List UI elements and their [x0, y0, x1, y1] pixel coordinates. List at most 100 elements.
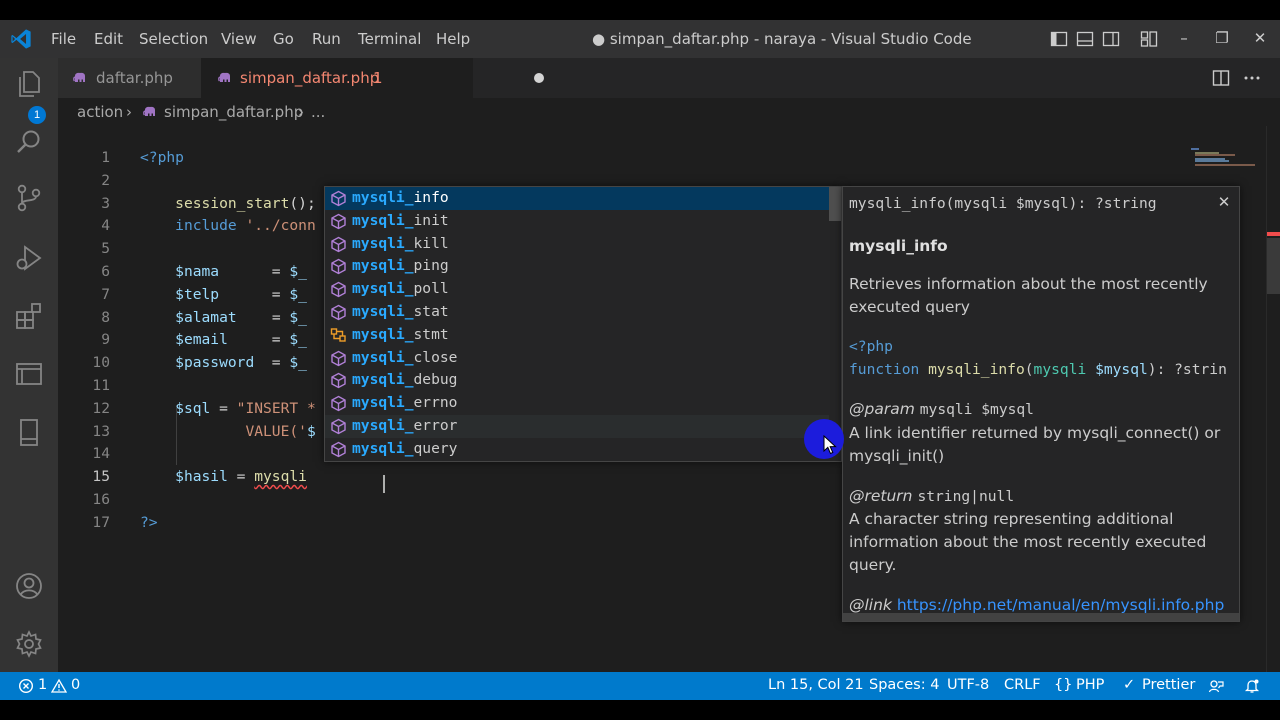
- menu-run[interactable]: Run: [312, 30, 341, 48]
- suggestion-rest: close: [413, 348, 458, 366]
- editor-vertical-scrollbar[interactable]: [1266, 126, 1280, 672]
- close-icon[interactable]: ✕: [1215, 193, 1233, 211]
- source-control-icon[interactable]: [13, 182, 45, 214]
- menu-terminal[interactable]: Terminal: [358, 30, 421, 48]
- code-line[interactable]: session_start();: [140, 192, 316, 215]
- code-line[interactable]: VALUE('$: [140, 420, 315, 443]
- menu-go[interactable]: Go: [273, 30, 294, 48]
- warning-icon[interactable]: [51, 678, 67, 694]
- minimize-button[interactable]: –: [1176, 29, 1192, 47]
- tab-simpan-daftar-php[interactable]: simpan_daftar.php 1: [201, 58, 544, 98]
- menu-file[interactable]: File: [51, 30, 76, 48]
- breadcrumb-file[interactable]: simpan_daftar.php: [164, 103, 303, 121]
- suggestion-item[interactable]: mysqli_query: [325, 438, 829, 461]
- scrollbar-thumb[interactable]: [1267, 238, 1280, 294]
- breadcrumb-folder[interactable]: action: [77, 103, 123, 121]
- code-line[interactable]: $nama = $_: [140, 260, 307, 283]
- encoding[interactable]: UTF-8: [947, 677, 989, 693]
- details-horizontal-scrollbar[interactable]: [843, 613, 1239, 621]
- code-line[interactable]: $telp = $_: [140, 283, 307, 306]
- tab-daftar-php[interactable]: daftar.php: [58, 58, 201, 98]
- braces-icon: {}: [1054, 677, 1073, 693]
- method-icon: [330, 236, 347, 253]
- warning-count[interactable]: 0: [71, 677, 80, 693]
- breadcrumb-more[interactable]: ...: [311, 103, 325, 121]
- line-number: 14: [92, 445, 110, 463]
- line-ending[interactable]: CRLF: [1004, 677, 1041, 693]
- suggestion-label: mysqli_stat: [352, 301, 449, 324]
- php-file-icon: [218, 72, 230, 82]
- suggestion-label: mysqli_init: [352, 210, 449, 233]
- code-token: '../conn: [245, 217, 316, 235]
- settings-gear-icon[interactable]: [13, 628, 45, 660]
- run-debug-icon[interactable]: [13, 242, 45, 274]
- suggestion-item[interactable]: mysqli_poll: [325, 278, 829, 301]
- remote-explorer-icon[interactable]: [13, 358, 45, 390]
- suggestion-match: mysqli_: [352, 348, 414, 366]
- docs-link[interactable]: https://php.net/manual/en/mysqli.info.ph…: [897, 596, 1224, 614]
- explorer-icon[interactable]: [13, 68, 45, 100]
- account-icon[interactable]: [13, 570, 45, 602]
- unsaved-dot-icon[interactable]: [534, 73, 544, 83]
- param-tag: @param: [849, 400, 915, 418]
- suggest-scrollbar-thumb[interactable]: [829, 187, 841, 221]
- cursor-position[interactable]: Ln 15, Col 21: [768, 677, 864, 693]
- code-line[interactable]: $email = $_: [140, 328, 307, 351]
- suggestion-item[interactable]: mysqli_debug: [325, 369, 829, 392]
- suggestion-item[interactable]: mysqli_stmt: [325, 324, 829, 347]
- code-line[interactable]: include '../conn: [140, 214, 316, 237]
- code-line[interactable]: $password = $_: [140, 351, 307, 374]
- suggestion-item[interactable]: mysqli_errno: [325, 392, 829, 415]
- code-line[interactable]: ?>: [140, 511, 158, 534]
- toggle-panel-icon[interactable]: [1076, 30, 1094, 48]
- line-number: 2: [101, 171, 110, 189]
- method-icon: [330, 418, 347, 435]
- suggestion-item[interactable]: mysqli_kill: [325, 233, 829, 256]
- activity-bar: 1: [0, 58, 58, 672]
- prettier-status[interactable]: Prettier: [1142, 677, 1195, 693]
- bookmark-icon[interactable]: [13, 416, 45, 448]
- suggestion-item[interactable]: mysqli_stat: [325, 301, 829, 324]
- error-count[interactable]: 1: [38, 677, 47, 693]
- suggestion-item[interactable]: mysqli_info: [325, 187, 829, 210]
- menu-view[interactable]: View: [221, 30, 257, 48]
- line-number: 10: [92, 354, 110, 372]
- search-icon[interactable]: [13, 126, 45, 158]
- code-line[interactable]: $alamat = $_: [140, 306, 307, 329]
- toggle-secondary-sidebar-icon[interactable]: [1102, 30, 1120, 48]
- close-window-button[interactable]: ✕: [1252, 29, 1268, 47]
- indentation[interactable]: Spaces: 4: [869, 677, 939, 693]
- suggest-widget[interactable]: mysqli_info mysqli_init mysqli_kill mysqli_…: [324, 186, 842, 462]
- customize-layout-icon[interactable]: [1140, 30, 1158, 48]
- notifications-bell-icon[interactable]: [1244, 678, 1260, 694]
- menu-help[interactable]: Help: [436, 30, 470, 48]
- suggestion-item[interactable]: mysqli_ping: [325, 255, 829, 278]
- suggestion-item[interactable]: mysqli_close: [325, 347, 829, 370]
- suggestion-rest: query: [413, 439, 458, 457]
- toggle-primary-sidebar-icon[interactable]: [1050, 30, 1068, 48]
- split-editor-icon[interactable]: [1211, 68, 1231, 88]
- details-param-desc: mysqli_init(): [849, 447, 945, 465]
- code-token: $alamat: [175, 308, 237, 326]
- minimap[interactable]: [1191, 148, 1266, 168]
- editor-tabs: daftar.php simpan_daftar.php 1: [58, 58, 1280, 98]
- menu-edit[interactable]: Edit: [94, 30, 123, 48]
- code-line[interactable]: $hasil = mysqli: [140, 465, 316, 488]
- extensions-icon[interactable]: [13, 300, 45, 332]
- more-actions-icon[interactable]: [1242, 68, 1262, 88]
- suggestion-item[interactable]: mysqli_init: [325, 210, 829, 233]
- code-line[interactable]: <?php: [140, 146, 184, 169]
- language-mode[interactable]: PHP: [1076, 677, 1104, 693]
- error-icon[interactable]: [18, 678, 34, 694]
- line-number: 17: [92, 513, 110, 531]
- feedback-icon[interactable]: [1208, 678, 1224, 694]
- code-line[interactable]: $sql = "INSERT *: [140, 397, 316, 420]
- code-editor[interactable]: 1 2 3 4 5 6 7 8 9 10 11 12 13 14 15 16 17 <?php session_…: [58, 126, 1280, 672]
- restore-button[interactable]: ❐: [1214, 29, 1230, 47]
- menu-selection[interactable]: Selection: [139, 30, 208, 48]
- suggestion-match: mysqli_: [352, 394, 414, 412]
- suggestion-item[interactable]: mysqli_error: [325, 415, 829, 438]
